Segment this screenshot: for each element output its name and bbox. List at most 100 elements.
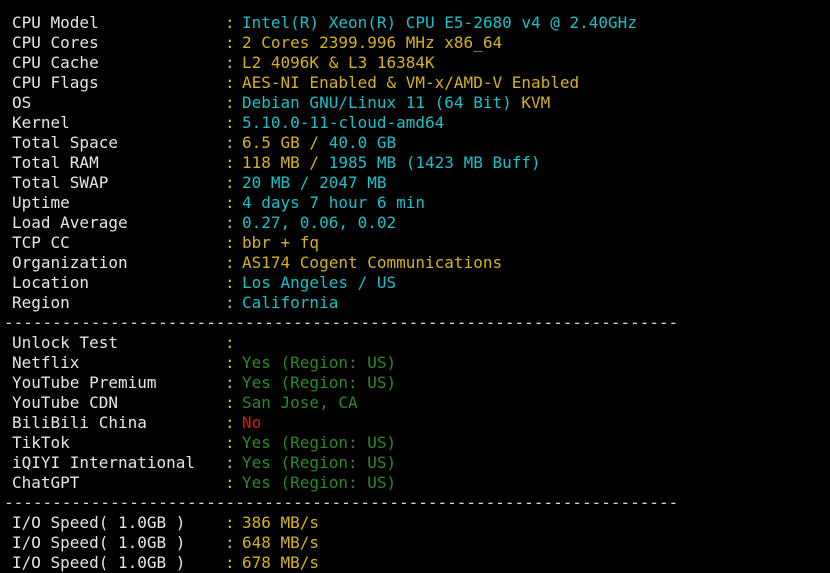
info-value: San Jose, CA	[242, 393, 358, 413]
label-separator: :	[225, 253, 235, 272]
info-value: bbr + fq	[242, 233, 319, 253]
info-row-region: Region: California	[12, 293, 830, 313]
value-segment: Intel(R) Xeon(R) CPU E5-2680 v4 @ 2.40GH…	[242, 13, 637, 32]
label-separator: :	[225, 353, 235, 372]
info-label: Location	[12, 273, 90, 292]
info-row-cpu-model: CPU Model: Intel(R) Xeon(R) CPU E5-2680 v…	[12, 13, 830, 33]
info-row-i-o-speed-1-0gb: I/O Speed( 1.0GB ):678 MB/s	[12, 553, 830, 573]
value-segment: Yes (Region: US)	[242, 473, 397, 492]
info-label: Load Average	[12, 213, 128, 232]
label-separator: :	[225, 273, 235, 292]
info-value: Yes (Region: US)	[242, 433, 396, 453]
info-value: Yes (Region: US)	[242, 373, 396, 393]
info-label: YouTube CDN	[12, 393, 118, 412]
separator-line: ----------------------------------------…	[4, 493, 679, 512]
info-value: California	[242, 293, 338, 313]
info-value: 6.5 GB / 40.0 GB	[242, 133, 396, 153]
label-separator: :	[225, 413, 235, 432]
info-value: AS174 Cogent Communications	[242, 253, 502, 273]
info-label: iQIYI International	[12, 453, 196, 472]
info-label: TikTok	[12, 433, 70, 452]
info-row-load-average: Load Average:0.27, 0.06, 0.02	[12, 213, 830, 233]
value-segment: AES-NI Enabled & VM-x/AMD-V Enabled	[242, 73, 580, 92]
info-row-iqiyi-international: iQIYI International: Yes (Region: US)	[12, 453, 830, 473]
label-separator: :	[225, 193, 235, 212]
label-separator: :	[225, 13, 235, 32]
info-row-youtube-premium: YouTube Premium: Yes (Region: US)	[12, 373, 830, 393]
info-label: Organization	[12, 253, 128, 272]
info-value: 0.27, 0.06, 0.02	[242, 213, 396, 233]
info-label: CPU Cache	[12, 53, 99, 72]
info-label: Uptime	[12, 193, 70, 212]
label-separator: :	[225, 173, 235, 192]
value-segment: (1423 MB Buff)	[405, 153, 541, 172]
info-value: Intel(R) Xeon(R) CPU E5-2680 v4 @ 2.40GH…	[242, 13, 637, 33]
label-separator: :	[225, 473, 235, 492]
info-label: Netflix	[12, 353, 80, 372]
info-row-youtube-cdn: YouTube CDN: San Jose, CA	[12, 393, 830, 413]
value-segment: 2047 MB	[319, 173, 387, 192]
info-label: OS	[12, 93, 32, 112]
info-row-organization: Organization: AS174 Cogent Communications	[12, 253, 830, 273]
io-speed-section: I/O Speed( 1.0GB ):386 MB/s I/O Speed( 1.…	[12, 513, 830, 573]
info-value: L2 4096K & L3 16384K	[242, 53, 435, 73]
value-segment: L2 4096K & L3 16384K	[242, 53, 435, 72]
label-separator: :	[225, 373, 235, 392]
info-row-chatgpt: ChatGPT: Yes (Region: US)	[12, 473, 830, 493]
label-separator: :	[225, 33, 235, 52]
value-segment: California	[242, 293, 339, 312]
info-value: 386 MB/s	[242, 513, 319, 533]
info-label: I/O Speed( 1.0GB )	[12, 553, 186, 572]
info-value: 118 MB / 1985 MB (1423 MB Buff)	[242, 153, 541, 173]
label-separator: :	[225, 93, 235, 112]
value-segment: Yes (Region: US)	[242, 353, 397, 372]
info-label: Unlock Test	[12, 333, 118, 352]
info-label: BiliBili China	[12, 413, 147, 432]
info-label: CPU Flags	[12, 73, 99, 92]
info-label: Total Space	[12, 133, 118, 152]
value-segment: 386 MB/s	[242, 513, 320, 532]
label-separator: :	[225, 153, 235, 172]
info-row-total-ram: Total RAM:118 MB / 1985 MB (1423 MB Buff…	[12, 153, 830, 173]
info-value: 2 Cores 2399.996 MHz x86_64	[242, 33, 502, 53]
info-row-netflix: Netflix: Yes (Region: US)	[12, 353, 830, 373]
label-separator: :	[225, 333, 235, 352]
system-info-section: CPU Model: Intel(R) Xeon(R) CPU E5-2680 v…	[12, 13, 830, 313]
info-row-tiktok: TikTok: Yes (Region: US)	[12, 433, 830, 453]
value-segment: Yes (Region: US)	[242, 373, 397, 392]
label-separator: :	[225, 553, 235, 572]
info-row-kernel: Kernel:5.10.0-11-cloud-amd64	[12, 113, 830, 133]
label-separator: :	[225, 433, 235, 452]
value-segment: 40.0 GB	[328, 133, 397, 152]
info-value: 648 MB/s	[242, 533, 319, 553]
label-separator: :	[225, 233, 235, 252]
value-segment: 2 Cores 2399.996 MHz x86_64	[242, 33, 503, 52]
info-row-total-space: Total Space:6.5 GB / 40.0 GB	[12, 133, 830, 153]
value-segment: 678 MB/s	[242, 553, 320, 572]
info-row-total-swap: Total SWAP:20 MB / 2047 MB	[12, 173, 830, 193]
info-row-i-o-speed-1-0gb: I/O Speed( 1.0GB ):648 MB/s	[12, 533, 830, 553]
info-value: 4 days 7 hour 6 min	[242, 193, 425, 213]
value-segment: 6.5 GB /	[242, 133, 329, 152]
info-value: Yes (Region: US)	[242, 453, 396, 473]
value-segment: Debian GNU/Linux 11 (64 Bit)	[242, 93, 522, 112]
info-label: TCP CC	[12, 233, 70, 252]
info-row-tcp-cc: TCP CC: bbr + fq	[12, 233, 830, 253]
info-row-i-o-speed-1-0gb: I/O Speed( 1.0GB ):386 MB/s	[12, 513, 830, 533]
label-separator: :	[225, 113, 235, 132]
info-row-location: Location: Los Angeles / US	[12, 273, 830, 293]
info-label: Region	[12, 293, 70, 312]
info-value: Yes (Region: US)	[242, 473, 396, 493]
info-label: Total RAM	[12, 153, 99, 172]
value-segment: 1985 MB	[328, 153, 406, 172]
value-segment: No	[242, 413, 262, 432]
label-separator: :	[225, 213, 235, 232]
value-segment: KVM	[521, 93, 551, 112]
label-separator: :	[225, 453, 235, 472]
info-label: ChatGPT	[12, 473, 80, 492]
info-row-os: OS: Debian GNU/Linux 11 (64 Bit) KVM	[12, 93, 830, 113]
info-row-cpu-cores: CPU Cores:2 Cores 2399.996 MHz x86_64	[12, 33, 830, 53]
value-segment: 5.10.0-11-cloud-amd64	[242, 113, 445, 132]
info-row-uptime: Uptime:4 days 7 hour 6 min	[12, 193, 830, 213]
label-separator: :	[225, 293, 235, 312]
